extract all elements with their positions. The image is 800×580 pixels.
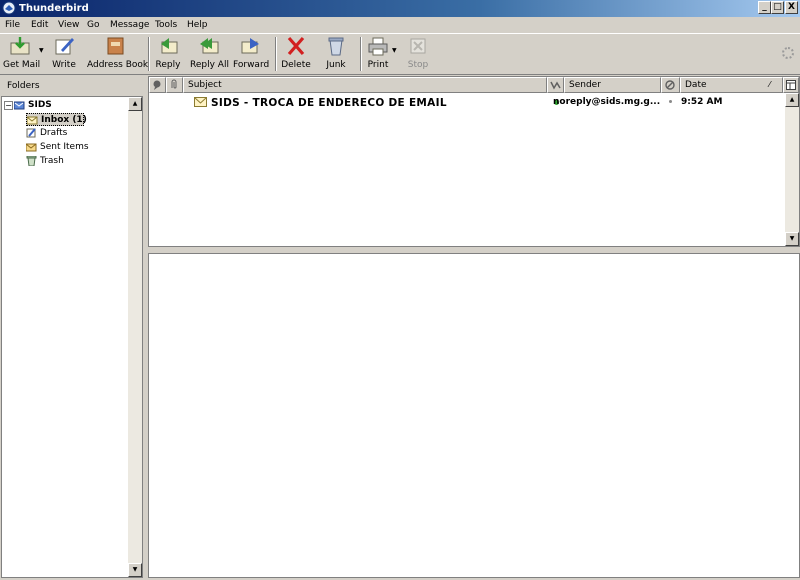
menu-help[interactable]: Help: [187, 19, 208, 31]
column-picker-button[interactable]: [783, 77, 799, 93]
trash-icon: [26, 156, 37, 166]
get-mail-icon: [10, 37, 30, 55]
title-bar: Thunderbird _ □ X: [0, 0, 800, 17]
drafts-icon: [26, 128, 36, 138]
attachment-column-header[interactable]: [166, 77, 183, 93]
maximize-button[interactable]: □: [771, 1, 784, 14]
activity-throbber-icon: [782, 47, 794, 59]
inbox-label: Inbox (1): [41, 115, 87, 125]
menu-tools[interactable]: Tools: [155, 19, 177, 31]
window-title: Thunderbird: [19, 3, 89, 14]
delete-icon: [287, 36, 305, 56]
toolbar-separator: [275, 37, 277, 71]
minimize-button[interactable]: _: [758, 1, 771, 14]
menu-bar: File Edit View Go Message Tools Help: [0, 17, 800, 33]
message-row[interactable]: SIDS - TROCA DE ENDERECO DE EMAIL norepl…: [149, 94, 785, 110]
drafts-label: Drafts: [40, 128, 68, 138]
menu-file[interactable]: File: [5, 19, 20, 31]
scroll-up-arrow-icon[interactable]: ▲: [785, 93, 799, 107]
sent-items-label: Sent Items: [40, 142, 89, 152]
reply-icon: [161, 38, 178, 54]
trash-label: Trash: [40, 156, 64, 166]
print-label: Print: [367, 60, 389, 70]
reply-all-icon: [200, 38, 219, 54]
scroll-down-arrow-icon[interactable]: ▼: [785, 232, 799, 246]
column-picker-icon: [786, 80, 796, 90]
folders-title: Folders: [7, 81, 40, 91]
get-mail-button[interactable]: Get Mail: [3, 36, 41, 72]
menu-message[interactable]: Message: [110, 19, 149, 31]
stop-label: Stop: [407, 60, 429, 70]
message-subject: SIDS - TROCA DE ENDERECO DE EMAIL: [211, 97, 447, 109]
reply-all-button[interactable]: Reply All: [190, 36, 229, 72]
write-label: Write: [52, 60, 76, 70]
reply-button[interactable]: Reply: [154, 36, 182, 72]
attachment-column-icon: [171, 79, 177, 89]
address-book-button[interactable]: Address Book: [87, 36, 149, 72]
close-button[interactable]: X: [785, 1, 798, 14]
sender-column-header[interactable]: Sender: [564, 77, 661, 93]
sort-indicator-icon: ⁄: [769, 80, 771, 89]
account-icon: [14, 101, 25, 110]
toolbar-separator: [148, 37, 150, 71]
write-button[interactable]: Write: [50, 36, 78, 72]
account-collapse-toggle[interactable]: −: [4, 101, 13, 110]
forward-label: Forward: [233, 60, 270, 70]
thread-pane-scrollbar[interactable]: ▲ ▼: [785, 93, 799, 246]
read-status-column-header[interactable]: [661, 77, 680, 93]
sent-icon: [26, 143, 37, 152]
reply-label: Reply: [155, 60, 181, 70]
junk-status-column-header[interactable]: [547, 77, 564, 93]
subject-column-header[interactable]: Subject: [183, 77, 547, 93]
thunderbird-app-icon: [2, 1, 16, 15]
message-date: 9:52 AM: [681, 97, 723, 107]
thread-pane: Subject Sender Date ⁄ SIDS - TROCA DE EN…: [148, 76, 800, 247]
stop-icon: [410, 38, 426, 54]
delete-label: Delete: [281, 60, 311, 70]
menu-edit[interactable]: Edit: [31, 19, 48, 31]
date-column-header[interactable]: Date ⁄: [680, 77, 783, 93]
forward-button[interactable]: Forward: [233, 36, 269, 72]
folder-pane-header: Folders: [0, 76, 143, 96]
scroll-up-arrow-icon[interactable]: ▲: [128, 97, 142, 111]
inbox-icon: [27, 116, 38, 125]
get-mail-label: Get Mail: [3, 60, 41, 70]
message-preview-pane: [148, 253, 800, 578]
junk-button[interactable]: Junk: [323, 36, 349, 72]
stop-button[interactable]: Stop: [405, 36, 431, 72]
scroll-down-arrow-icon[interactable]: ▼: [128, 563, 142, 577]
folder-pane: − SIDS Inbox (1) Drafts Sent Items Trash…: [1, 96, 143, 578]
read-status-column-icon: [665, 80, 675, 90]
print-button[interactable]: Print: [365, 36, 391, 72]
write-icon: [55, 38, 74, 55]
junk-icon: [328, 37, 344, 56]
get-mail-dropdown-icon[interactable]: ▼: [39, 48, 44, 54]
account-label: SIDS: [28, 100, 52, 110]
reply-all-label: Reply All: [190, 60, 229, 70]
folder-pane-scrollbar[interactable]: ▲ ▼: [128, 97, 142, 577]
folder-inbox[interactable]: Inbox (1): [26, 113, 87, 126]
menu-go[interactable]: Go: [87, 19, 99, 31]
unread-message-envelope-icon: [194, 97, 207, 107]
junk-status-column-icon: [550, 81, 561, 90]
address-book-label: Address Book: [87, 60, 149, 70]
menu-view[interactable]: View: [58, 19, 79, 31]
print-dropdown-icon[interactable]: ▼: [392, 48, 397, 54]
forward-icon: [241, 38, 259, 54]
address-book-icon: [107, 37, 124, 55]
delete-button[interactable]: Delete: [281, 36, 311, 72]
toolbar-separator: [360, 37, 362, 71]
read-status-dot-icon[interactable]: [669, 100, 672, 103]
thread-column-header[interactable]: [149, 77, 166, 93]
print-icon: [368, 37, 388, 56]
junk-label: Junk: [326, 60, 346, 70]
main-toolbar: Get Mail ▼ Write Address Book Reply Repl…: [0, 33, 800, 75]
thread-column-icon: [153, 80, 161, 90]
date-column-label: Date: [685, 80, 707, 90]
message-sender: noreply@sids.mg.g...: [553, 97, 661, 107]
